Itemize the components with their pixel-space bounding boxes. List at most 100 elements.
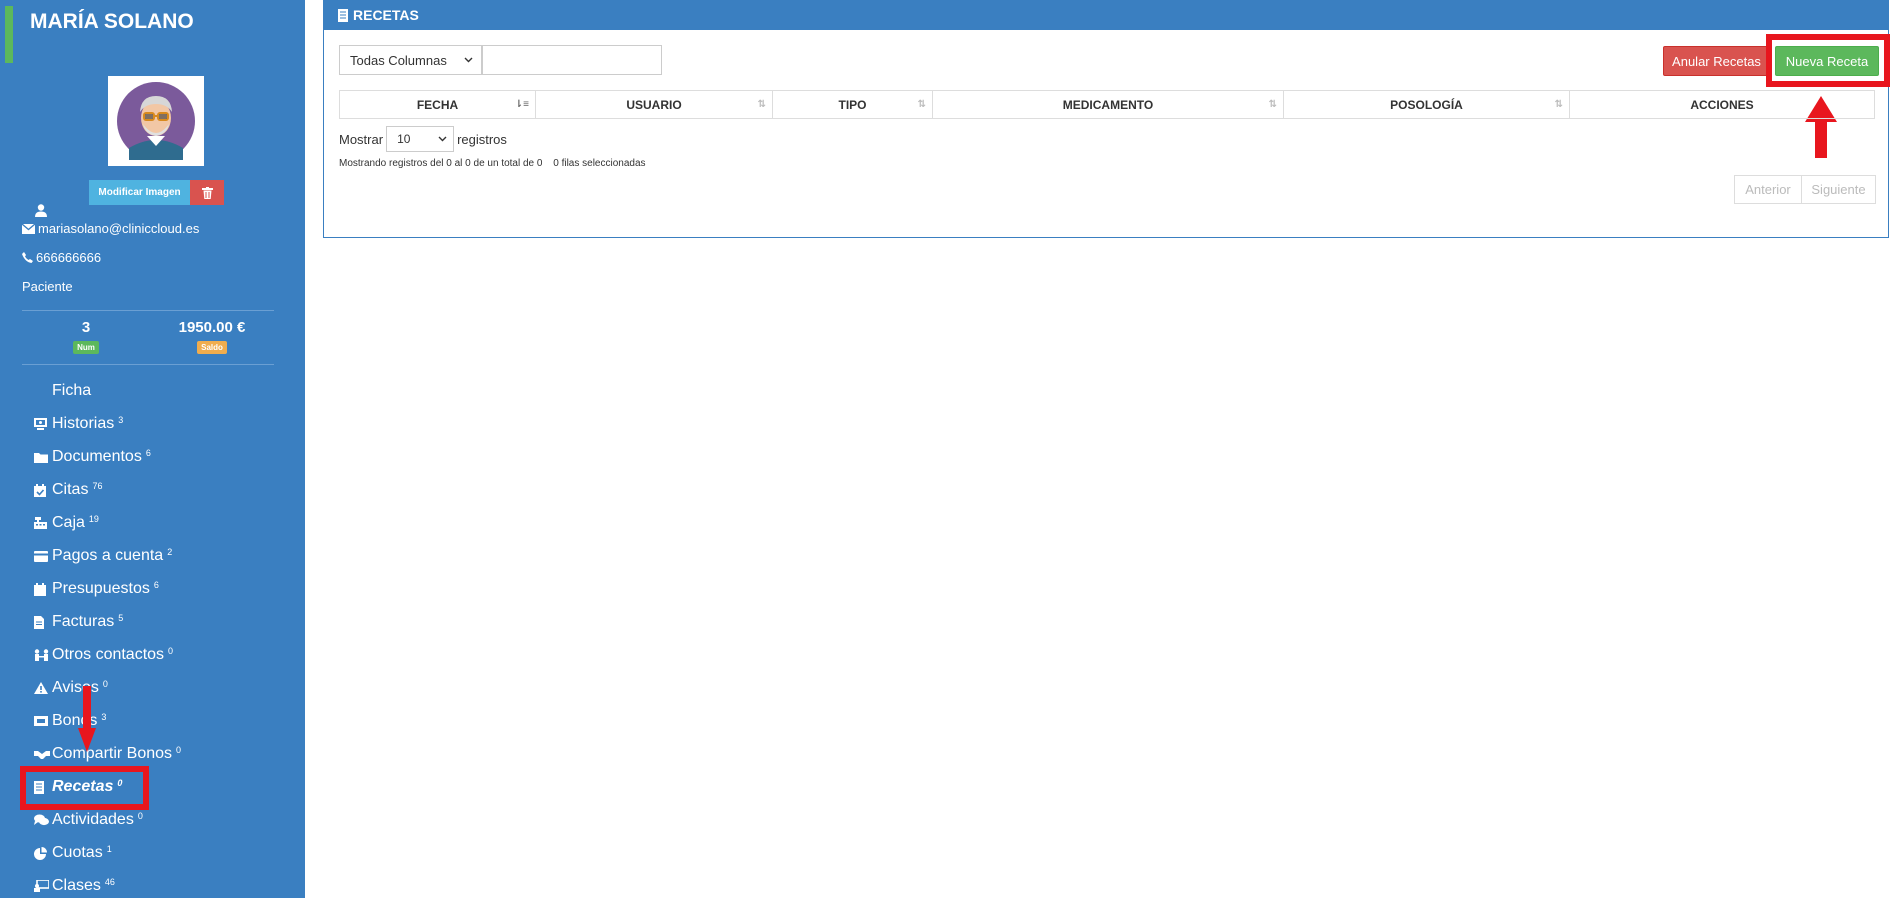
sort-icon: ⇅	[757, 99, 766, 110]
nav-item-label: Clases	[52, 877, 101, 894]
nav-item-otros-contactos[interactable]: Otros contactos 0	[34, 643, 264, 667]
pagination: Anterior Siguiente	[1734, 175, 1876, 204]
calendar-check-icon	[34, 483, 52, 497]
phone-icon	[22, 252, 33, 263]
nav-item-label: Compartir Bonos	[52, 745, 173, 762]
cash-register-icon	[34, 517, 52, 529]
nav-item-label: Ficha	[52, 382, 92, 399]
previous-page-button[interactable]: Anterior	[1734, 175, 1802, 204]
email-row: mariasolano@cliniccloud.es	[22, 221, 199, 236]
column-filter-select[interactable]: Todas Columnas	[339, 45, 482, 75]
column-header-label: FECHA	[416, 97, 459, 112]
nav-item-count: 5	[118, 613, 124, 623]
nav-item-facturas[interactable]: Facturas 5	[34, 610, 264, 634]
warning-icon	[34, 682, 52, 694]
invoice-icon	[34, 615, 52, 629]
phone-row: 666666666	[22, 250, 101, 265]
nav-item-label: Actividades	[52, 811, 134, 828]
column-header-label: ACCIONES	[1690, 97, 1754, 112]
nav-item-avisos[interactable]: Avisos 0	[34, 676, 264, 700]
nav-item-presupuestos[interactable]: Presupuestos 6	[34, 577, 264, 601]
nav-item-historias[interactable]: Historias 3	[34, 412, 264, 436]
handshake-icon	[34, 749, 52, 760]
page-length-select[interactable]: 10	[386, 126, 455, 152]
envelope-icon	[22, 223, 35, 234]
chevron-down-icon	[438, 136, 447, 142]
table-info: Mostrando registros del 0 al 0 de un tot…	[339, 158, 646, 169]
nav-item-citas[interactable]: Citas 76	[34, 478, 264, 502]
nav-item-label: Otros contactos	[52, 646, 165, 663]
nav-item-label: Facturas	[52, 613, 115, 630]
nav-item-pagos-a-cuenta[interactable]: Pagos a cuenta 2	[34, 544, 264, 568]
column-header-medicamento[interactable]: MEDICAMENTO ⇅	[933, 91, 1284, 118]
nav-item-label: Presupuestos	[52, 580, 150, 597]
nav-item-count: 3	[101, 712, 107, 722]
stat-saldo-badge: Saldo	[197, 341, 227, 354]
nav-item-clases[interactable]: Clases 46	[34, 874, 264, 898]
name-accent-bar	[5, 6, 13, 63]
nav-item-documentos[interactable]: Documentos 6	[34, 445, 264, 469]
column-header-tipo[interactable]: TIPO ⇅	[773, 91, 933, 118]
nav-item-cuotas[interactable]: Cuotas 1	[34, 841, 264, 865]
page-length-value: 10	[397, 132, 411, 146]
nav-item-count: 3	[118, 415, 124, 425]
contacts-icon	[34, 649, 52, 661]
nav-item-count: 6	[145, 448, 151, 458]
anular-recetas-button[interactable]: Anular Recetas	[1663, 46, 1770, 76]
nav-item-count: 0	[137, 811, 143, 821]
chevron-down-icon	[464, 57, 473, 63]
column-header-label: MEDICAMENTO	[1062, 97, 1154, 112]
nav-item-count: 0	[102, 679, 108, 689]
nav-item-caja[interactable]: Caja 19	[34, 511, 264, 535]
stat-saldo: 1950.00 € Saldo	[167, 319, 257, 355]
sort-icon: ⇅	[1554, 99, 1563, 110]
recetas-highlight-box	[20, 766, 149, 810]
sort-desc-icon: ⇂≡	[514, 99, 529, 110]
ticket-icon	[34, 716, 52, 726]
next-page-button[interactable]: Siguiente	[1802, 175, 1876, 204]
nav-item-label: Historias	[52, 415, 115, 432]
recetas-panel: RECETAS Todas Columnas Anular Recetas Nu…	[323, 0, 1890, 238]
arrow-down-icon	[78, 686, 96, 752]
column-header-acciones: ACCIONES	[1570, 91, 1874, 118]
nav-item-label: Cuotas	[52, 844, 103, 861]
wallet-icon	[34, 550, 52, 562]
search-input[interactable]	[482, 45, 662, 75]
page-length-control: Mostrar 10 registros	[339, 126, 507, 152]
recetas-table-header: FECHA ⇂≡ USUARIO ⇅ TIPO ⇅ MEDICAMENTO ⇅ …	[339, 90, 1875, 119]
column-header-usuario[interactable]: USUARIO ⇅	[536, 91, 773, 118]
prescription-icon	[338, 8, 348, 22]
nav-item-compartir-bonos[interactable]: Compartir Bonos 0	[34, 742, 264, 766]
nav-item-count: 19	[88, 514, 99, 524]
nav-item-label: Pagos a cuenta	[52, 547, 164, 564]
trash-icon	[201, 186, 213, 199]
patient-sidebar: MARÍA SOLANO Modificar Imagen mariasolan…	[0, 0, 305, 898]
delete-image-button[interactable]	[190, 180, 224, 205]
nav-item-count: 6	[153, 580, 159, 590]
column-header-label: TIPO	[838, 97, 867, 112]
modify-image-button[interactable]: Modificar Imagen	[89, 180, 190, 205]
nav-item-ficha[interactable]: Ficha	[34, 379, 264, 403]
column-header-posologia[interactable]: POSOLOGÍA ⇅	[1284, 91, 1570, 118]
nav-item-bonos[interactable]: Bonos 3	[34, 709, 264, 733]
panel-header: RECETAS	[324, 0, 1888, 30]
nav-item-count: 1	[106, 844, 112, 854]
stat-num: 3 Num	[62, 319, 110, 355]
nav-item-count: 46	[104, 877, 115, 887]
classes-icon	[34, 880, 52, 892]
column-filter-value: Todas Columnas	[350, 52, 447, 68]
nav-item-actividades[interactable]: Actividades 0	[34, 808, 264, 832]
selected-rows-info: 0 filas seleccionadas	[553, 158, 646, 169]
patient-stats: 3 Num 1950.00 € Saldo	[22, 310, 274, 365]
nav-item-label: Documentos	[52, 448, 142, 465]
length-prefix: Mostrar	[339, 131, 384, 147]
avatar	[108, 76, 204, 166]
nav-item-label: Citas	[52, 481, 89, 498]
calendar-icon	[34, 582, 52, 596]
pie-chart-icon	[34, 846, 52, 860]
stat-num-value: 3	[81, 319, 91, 336]
patient-name: MARÍA SOLANO	[30, 10, 194, 33]
length-suffix: registros	[457, 131, 507, 147]
column-header-label: POSOLOGÍA	[1390, 97, 1463, 112]
column-header-fecha[interactable]: FECHA ⇂≡	[340, 91, 536, 118]
